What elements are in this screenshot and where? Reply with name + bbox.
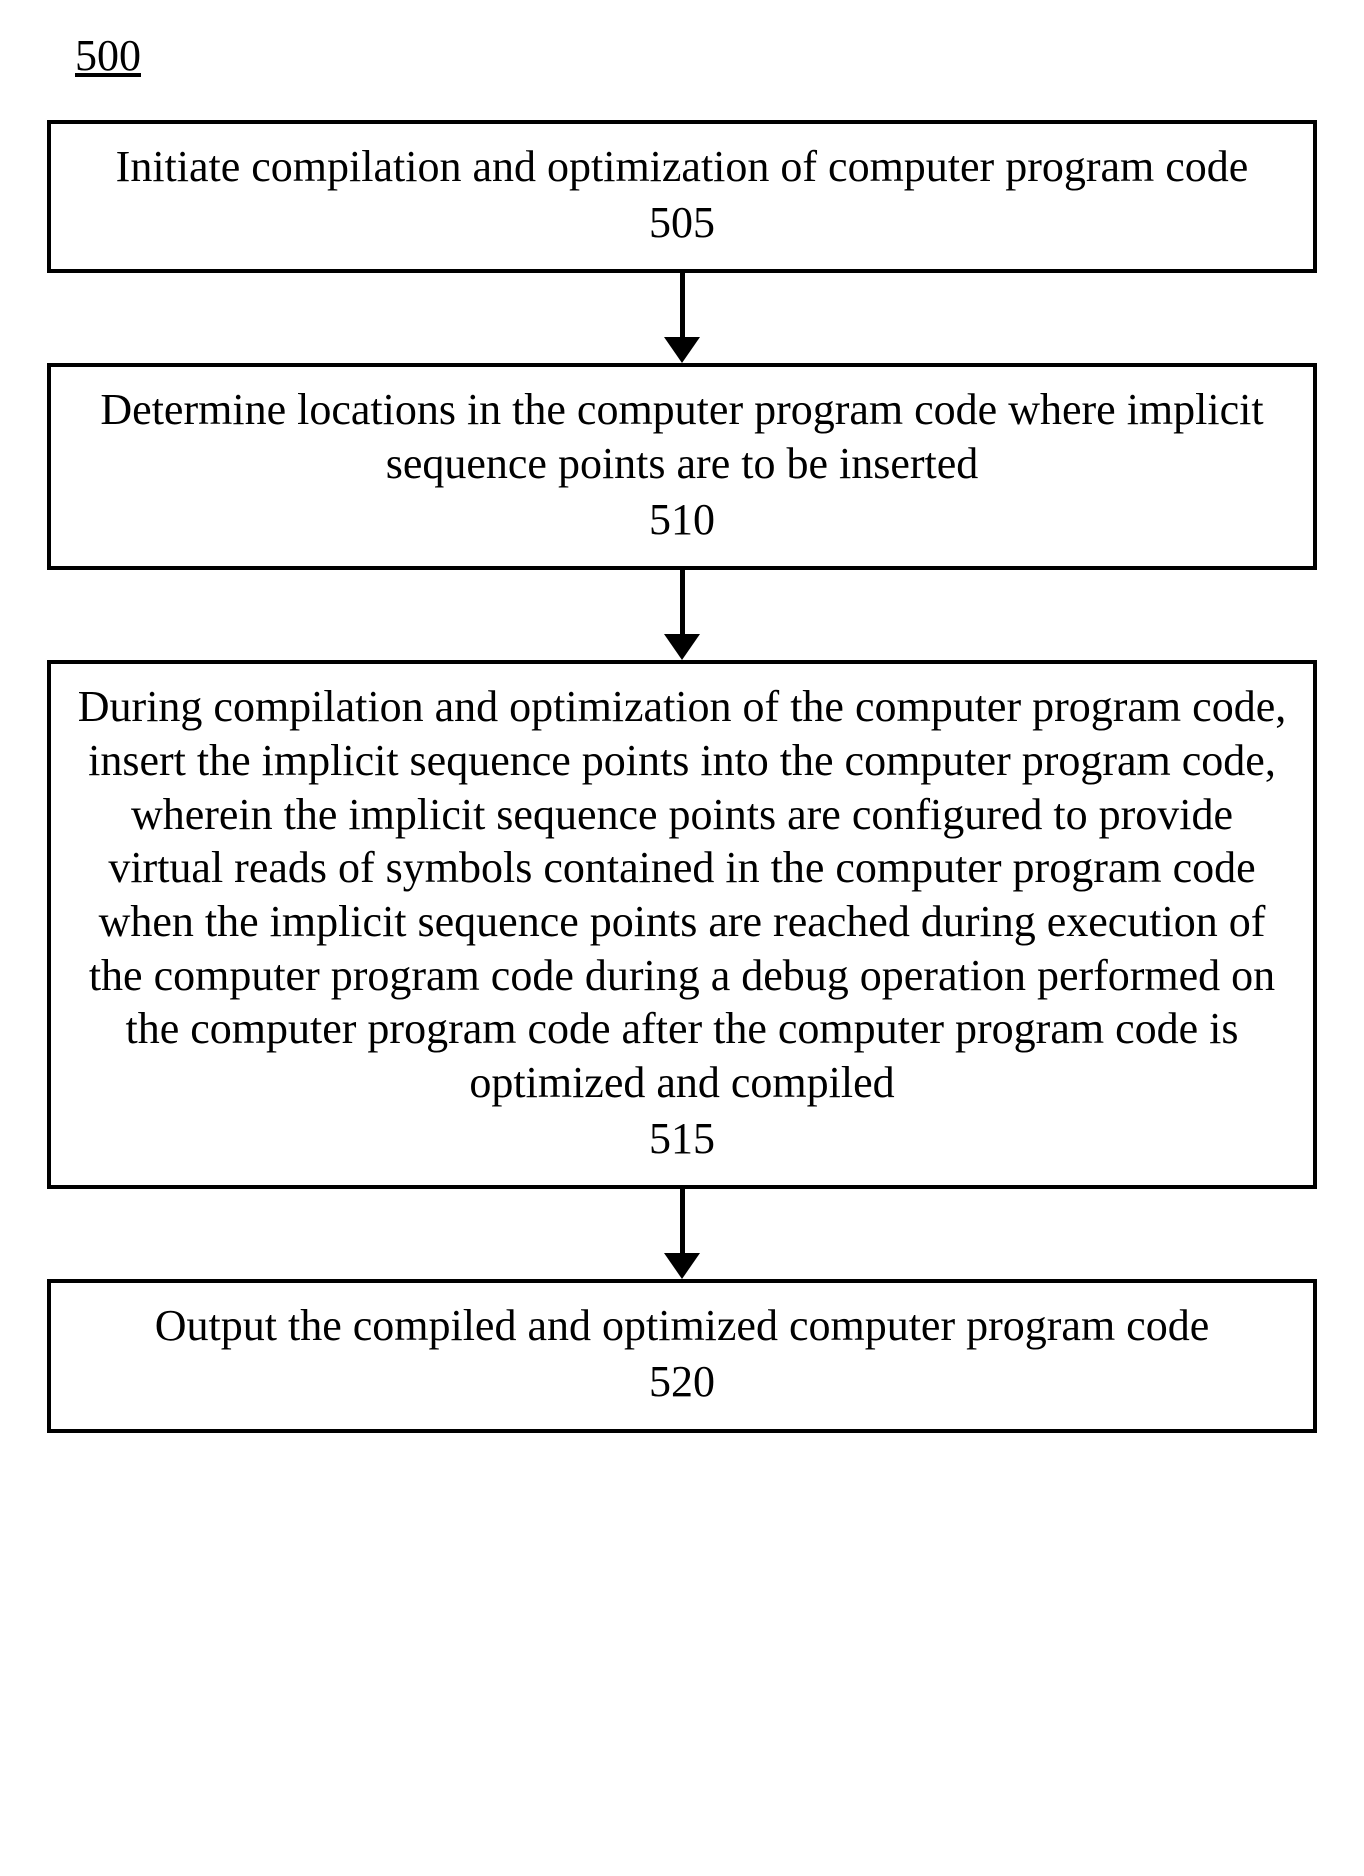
arrow-down-icon bbox=[664, 1189, 700, 1279]
step-number: 505 bbox=[73, 196, 1291, 250]
figure-reference-number: 500 bbox=[75, 30, 141, 81]
step-text: Determine locations in the computer prog… bbox=[100, 385, 1263, 488]
step-text: During compilation and optimization of t… bbox=[78, 682, 1286, 1107]
step-text: Initiate compilation and optimization of… bbox=[116, 142, 1249, 191]
step-box-505: Initiate compilation and optimization of… bbox=[47, 120, 1317, 273]
arrow-down-icon bbox=[664, 570, 700, 660]
step-number: 520 bbox=[73, 1355, 1291, 1409]
flowchart-container: Initiate compilation and optimization of… bbox=[40, 120, 1324, 1433]
flowchart-page: 500 Initiate compilation and optimizatio… bbox=[0, 0, 1364, 1876]
step-box-520: Output the compiled and optimized comput… bbox=[47, 1279, 1317, 1432]
step-text: Output the compiled and optimized comput… bbox=[155, 1301, 1209, 1350]
step-box-510: Determine locations in the computer prog… bbox=[47, 363, 1317, 570]
step-number: 510 bbox=[73, 493, 1291, 547]
step-number: 515 bbox=[73, 1112, 1291, 1166]
arrow-down-icon bbox=[664, 273, 700, 363]
step-box-515: During compilation and optimization of t… bbox=[47, 660, 1317, 1189]
